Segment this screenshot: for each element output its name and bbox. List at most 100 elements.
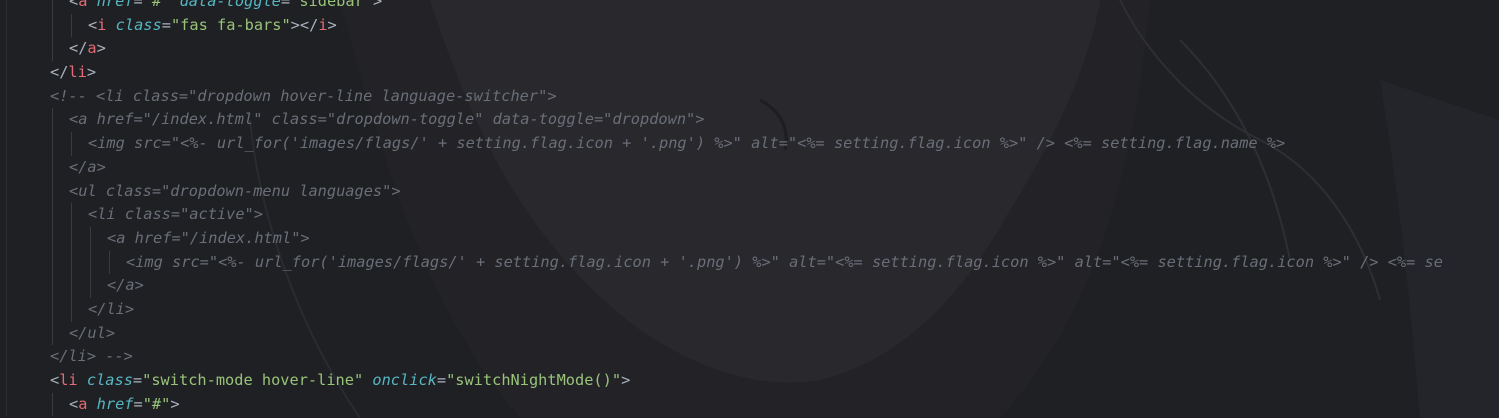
line-gutter <box>0 179 7 204</box>
indent-guide <box>52 226 53 251</box>
indent-guide <box>52 132 53 156</box>
code-token: onclick <box>372 371 437 389</box>
code-token: ></ <box>290 15 319 34</box>
indent-guide <box>52 250 53 275</box>
code-token: = <box>133 0 143 10</box>
code-token: li <box>68 63 87 82</box>
code-token: "fas fa-bars" <box>170 15 291 34</box>
code-token: < <box>69 0 79 10</box>
line-gutter <box>0 226 7 251</box>
code-token: "switch-mode hover-line" <box>142 371 364 389</box>
code-token: > <box>327 15 337 34</box>
line-gutter <box>0 274 7 298</box>
indent-guide <box>52 297 53 322</box>
code-token: > <box>170 394 180 413</box>
code-text: <a href="#" data-toggle="sidebar"> <box>69 0 382 14</box>
code-token: a <box>87 39 97 58</box>
code-token: class <box>115 15 162 34</box>
code-text: <img src="<%- url_for('images/flags/' + … <box>88 132 1285 156</box>
code-token: > <box>86 63 97 82</box>
indent-guide <box>52 37 53 62</box>
code-token: < <box>88 15 98 34</box>
line-gutter <box>0 203 7 227</box>
line-gutter <box>0 345 7 369</box>
code-token: > <box>96 39 106 58</box>
indent-guide <box>71 250 72 275</box>
code-token: <img src="<%- url_for('images/flags/' + … <box>126 252 1443 271</box>
code-token: <img src="<%- url_for('images/flags/' + … <box>88 134 1286 153</box>
code-token: "switchNightMode()" <box>446 371 622 389</box>
code-token: > <box>621 371 631 389</box>
code-text: <ul class="dropdown-menu languages"> <box>69 180 401 204</box>
indent-guide <box>52 155 53 180</box>
line-gutter <box>0 108 7 133</box>
code-token: href <box>96 394 134 413</box>
indent-guide <box>71 274 72 298</box>
line-gutter <box>0 13 7 38</box>
code-text: </ul> <box>69 322 115 346</box>
code-text: <a href="/index.html" class="dropdown-to… <box>69 108 704 132</box>
line-gutter <box>0 132 7 156</box>
code-text: <li class="active"> <box>88 203 263 227</box>
code-token: data-toggle <box>179 0 281 10</box>
code-token: class <box>86 371 133 389</box>
indent-guide <box>52 13 53 38</box>
indent-guide <box>52 274 53 298</box>
code-token: li <box>59 371 78 389</box>
line-gutter <box>0 321 7 346</box>
indent-guide <box>71 132 72 156</box>
code-token: "#" <box>142 0 171 10</box>
line-gutter <box>0 250 7 275</box>
indent-guide <box>71 297 72 322</box>
line-gutter <box>0 0 7 14</box>
indent-guide <box>52 0 53 14</box>
line-gutter <box>0 37 7 62</box>
code-token: < <box>69 394 79 413</box>
indent-guide <box>71 13 72 38</box>
indent-guide <box>52 203 53 227</box>
code-token: </li> <box>88 299 135 318</box>
code-token: <ul class="dropdown-menu languages"> <box>69 181 401 200</box>
indent-guide <box>90 274 91 298</box>
code-text: </li> <box>50 61 96 85</box>
code-token: <a href="/index.html"> <box>107 228 310 247</box>
code-text: <a href="/index.html"> <box>107 227 310 251</box>
line-gutter <box>0 297 7 322</box>
code-text: <li class="switch-mode hover-line" oncli… <box>50 369 630 393</box>
code-editor[interactable]: <a href="#" data-toggle="sidebar"> <i cla… <box>0 0 1499 418</box>
code-text: <img src="<%- url_for('images/flags/' + … <box>126 251 1443 275</box>
code-token: </li> --> <box>50 347 133 366</box>
code-token: </a> <box>69 157 106 176</box>
line-gutter <box>0 369 7 393</box>
code-text: </a> <box>69 156 106 180</box>
indent-guide <box>52 321 53 346</box>
code-token: < <box>50 371 60 389</box>
code-token: <a href="/index.html" class="dropdown-to… <box>69 110 705 129</box>
indent-guide <box>52 108 53 133</box>
code-token: </ul> <box>69 323 116 342</box>
code-token: "sidebar" <box>290 0 373 10</box>
indent-guide <box>71 226 72 251</box>
line-gutter <box>0 392 7 417</box>
indent-guide <box>52 392 53 417</box>
code-token: href <box>96 0 134 10</box>
indent-guide <box>90 226 91 251</box>
indent-guide <box>71 203 72 227</box>
code-token: = <box>436 371 447 389</box>
code-token: <!-- <li class="dropdown hover-line lang… <box>50 86 557 105</box>
code-text: </a> <box>69 37 106 61</box>
code-text: <a href="#"> <box>69 393 180 417</box>
code-text: <!-- <li class="dropdown hover-line lang… <box>50 85 557 109</box>
line-gutter <box>0 84 7 109</box>
code-token: "#" <box>142 394 171 413</box>
line-gutter <box>0 155 7 180</box>
code-token: i <box>318 15 328 34</box>
code-token: = <box>132 371 143 389</box>
code-token: = <box>280 0 291 10</box>
code-token: </a> <box>107 276 144 295</box>
